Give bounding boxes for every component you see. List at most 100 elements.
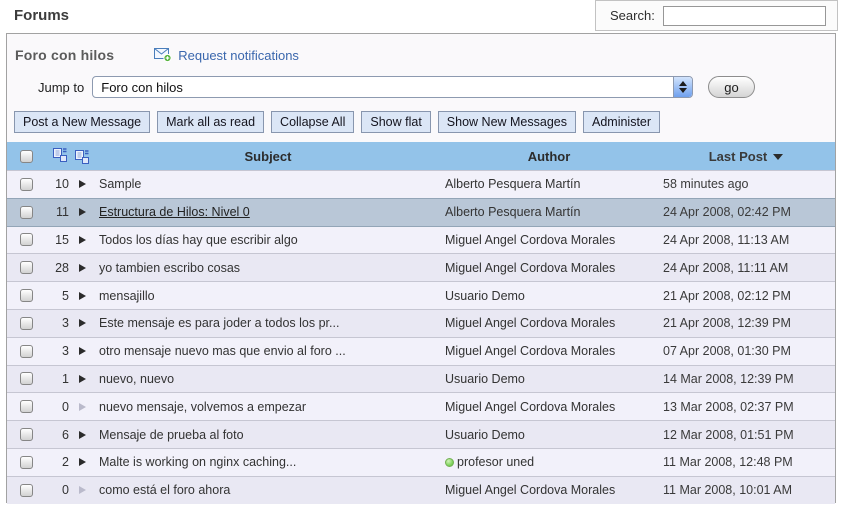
- request-notifications[interactable]: Request notifications: [154, 48, 299, 63]
- forum-panel: Foro con hilos Request notifications Jum…: [6, 33, 836, 503]
- thread-subject[interactable]: Sample: [99, 177, 141, 191]
- last-post-date: 07 Apr 2008, 01:30 PM: [657, 344, 835, 358]
- expand-thread-icon[interactable]: [79, 431, 86, 439]
- row-checkbox[interactable]: [20, 261, 33, 274]
- thread-author: Usuario Demo: [445, 289, 525, 303]
- reply-count: 28: [45, 261, 69, 275]
- author-column-header[interactable]: Author: [441, 149, 657, 164]
- thread-subject[interactable]: yo tambien escribo cosas: [99, 261, 240, 275]
- sort-replies-icon[interactable]: [53, 147, 67, 162]
- forum-select-value: Foro con hilos: [93, 80, 673, 95]
- thread-table: Subject Author Last Post 10 Sample Alber…: [7, 142, 835, 504]
- last-post-date: 24 Apr 2008, 11:11 AM: [657, 261, 835, 275]
- expand-thread-icon[interactable]: [79, 319, 86, 327]
- expand-thread-icon[interactable]: [79, 208, 86, 216]
- top-bar: Forums Search:: [0, 0, 842, 33]
- last-post-date: 11 Mar 2008, 10:01 AM: [657, 483, 835, 497]
- thread-author: Alberto Pesquera Martín: [445, 205, 581, 219]
- thread-row[interactable]: 11 Estructura de Hilos: Nivel 0 Alberto …: [7, 198, 835, 226]
- expand-thread-icon[interactable]: [79, 347, 86, 355]
- expand-thread-icon[interactable]: [79, 180, 86, 188]
- thread-subject[interactable]: como está el foro ahora: [99, 483, 230, 497]
- forum-select[interactable]: Foro con hilos: [92, 76, 693, 98]
- search-input[interactable]: [663, 6, 826, 26]
- last-post-column-header[interactable]: Last Post: [657, 149, 835, 164]
- last-post-date: 24 Apr 2008, 11:13 AM: [657, 233, 835, 247]
- forum-title: Foro con hilos: [15, 47, 114, 63]
- expand-thread-icon[interactable]: [79, 486, 86, 494]
- last-post-date: 21 Apr 2008, 12:39 PM: [657, 316, 835, 330]
- expand-thread-icon[interactable]: [79, 264, 86, 272]
- row-checkbox[interactable]: [20, 400, 33, 413]
- reply-count: 5: [45, 289, 69, 303]
- show-flat-button[interactable]: Show flat: [361, 111, 430, 133]
- thread-row[interactable]: 5 mensajillo Usuario Demo 21 Apr 2008, 0…: [7, 281, 835, 309]
- thread-subject[interactable]: Todos los días hay que escribir algo: [99, 233, 298, 247]
- sort-descending-icon: [773, 154, 783, 160]
- thread-author: Usuario Demo: [445, 372, 525, 386]
- select-all-checkbox[interactable]: [20, 150, 33, 163]
- thread-row[interactable]: 2 Malte is working on nginx caching... p…: [7, 448, 835, 476]
- row-checkbox[interactable]: [20, 345, 33, 358]
- search-label: Search:: [610, 8, 655, 23]
- thread-author: Miguel Angel Cordova Morales: [445, 344, 615, 358]
- row-checkbox[interactable]: [20, 233, 33, 246]
- row-checkbox[interactable]: [20, 484, 33, 497]
- thread-subject[interactable]: nuevo, nuevo: [99, 372, 174, 386]
- last-post-date: 24 Apr 2008, 02:42 PM: [657, 205, 835, 219]
- forum-header: Foro con hilos Request notifications: [15, 47, 835, 63]
- expand-thread-icon[interactable]: [79, 375, 86, 383]
- row-checkbox[interactable]: [20, 456, 33, 469]
- thread-table-body: 10 Sample Alberto Pesquera Martín 58 min…: [7, 170, 835, 504]
- thread-subject[interactable]: Estructura de Hilos: Nivel 0: [99, 205, 250, 219]
- row-checkbox[interactable]: [20, 289, 33, 302]
- expand-thread-icon[interactable]: [79, 458, 86, 466]
- reply-count: 3: [45, 316, 69, 330]
- thread-row[interactable]: 3 otro mensaje nuevo mas que envio al fo…: [7, 337, 835, 365]
- thread-subject[interactable]: Mensaje de prueba al foto: [99, 428, 244, 442]
- expand-thread-icon[interactable]: [79, 292, 86, 300]
- sort-thread-icon[interactable]: [75, 149, 89, 164]
- last-post-date: 21 Apr 2008, 02:12 PM: [657, 289, 835, 303]
- row-checkbox[interactable]: [20, 372, 33, 385]
- thread-author: Miguel Angel Cordova Morales: [445, 400, 615, 414]
- reply-count: 1: [45, 372, 69, 386]
- row-checkbox[interactable]: [20, 178, 33, 191]
- thread-row[interactable]: 1 nuevo, nuevo Usuario Demo 14 Mar 2008,…: [7, 365, 835, 393]
- row-checkbox[interactable]: [20, 206, 33, 219]
- show-new-messages-button[interactable]: Show New Messages: [438, 111, 576, 133]
- thread-author: Miguel Angel Cordova Morales: [445, 483, 615, 497]
- thread-row[interactable]: 6 Mensaje de prueba al foto Usuario Demo…: [7, 420, 835, 448]
- reply-count: 11: [45, 205, 69, 219]
- thread-subject[interactable]: Malte is working on nginx caching...: [99, 455, 296, 469]
- request-notifications-link[interactable]: Request notifications: [178, 48, 299, 63]
- thread-subject[interactable]: Este mensaje es para joder a todos los p…: [99, 316, 339, 330]
- thread-subject[interactable]: nuevo mensaje, volvemos a empezar: [99, 400, 306, 414]
- thread-row[interactable]: 10 Sample Alberto Pesquera Martín 58 min…: [7, 170, 835, 198]
- expand-thread-icon[interactable]: [79, 403, 86, 411]
- expand-thread-icon[interactable]: [79, 236, 86, 244]
- thread-row[interactable]: 3 Este mensaje es para joder a todos los…: [7, 309, 835, 337]
- collapse-all-button[interactable]: Collapse All: [271, 111, 354, 133]
- jump-to-label: Jump to: [38, 80, 84, 95]
- thread-row[interactable]: 28 yo tambien escribo cosas Miguel Angel…: [7, 253, 835, 281]
- thread-row[interactable]: 0 nuevo mensaje, volvemos a empezar Migu…: [7, 392, 835, 420]
- administer-button[interactable]: Administer: [583, 111, 660, 133]
- reply-count: 10: [45, 177, 69, 191]
- thread-author: Miguel Angel Cordova Morales: [445, 261, 615, 275]
- go-button[interactable]: go: [708, 76, 754, 98]
- row-checkbox[interactable]: [20, 317, 33, 330]
- mark-all-as-read-button[interactable]: Mark all as read: [157, 111, 264, 133]
- thread-subject[interactable]: mensajillo: [99, 289, 155, 303]
- thread-row[interactable]: 0 como está el foro ahora Miguel Angel C…: [7, 476, 835, 504]
- last-post-date: 12 Mar 2008, 01:51 PM: [657, 428, 835, 442]
- thread-row[interactable]: 15 Todos los días hay que escribir algo …: [7, 226, 835, 254]
- thread-author: Usuario Demo: [445, 428, 525, 442]
- subject-column-header[interactable]: Subject: [95, 149, 441, 164]
- row-checkbox[interactable]: [20, 428, 33, 441]
- reply-count: 2: [45, 455, 69, 469]
- post-new-message-button[interactable]: Post a New Message: [14, 111, 150, 133]
- thread-author: profesor uned: [457, 455, 534, 469]
- thread-subject[interactable]: otro mensaje nuevo mas que envio al foro…: [99, 344, 346, 358]
- thread-author: Miguel Angel Cordova Morales: [445, 316, 615, 330]
